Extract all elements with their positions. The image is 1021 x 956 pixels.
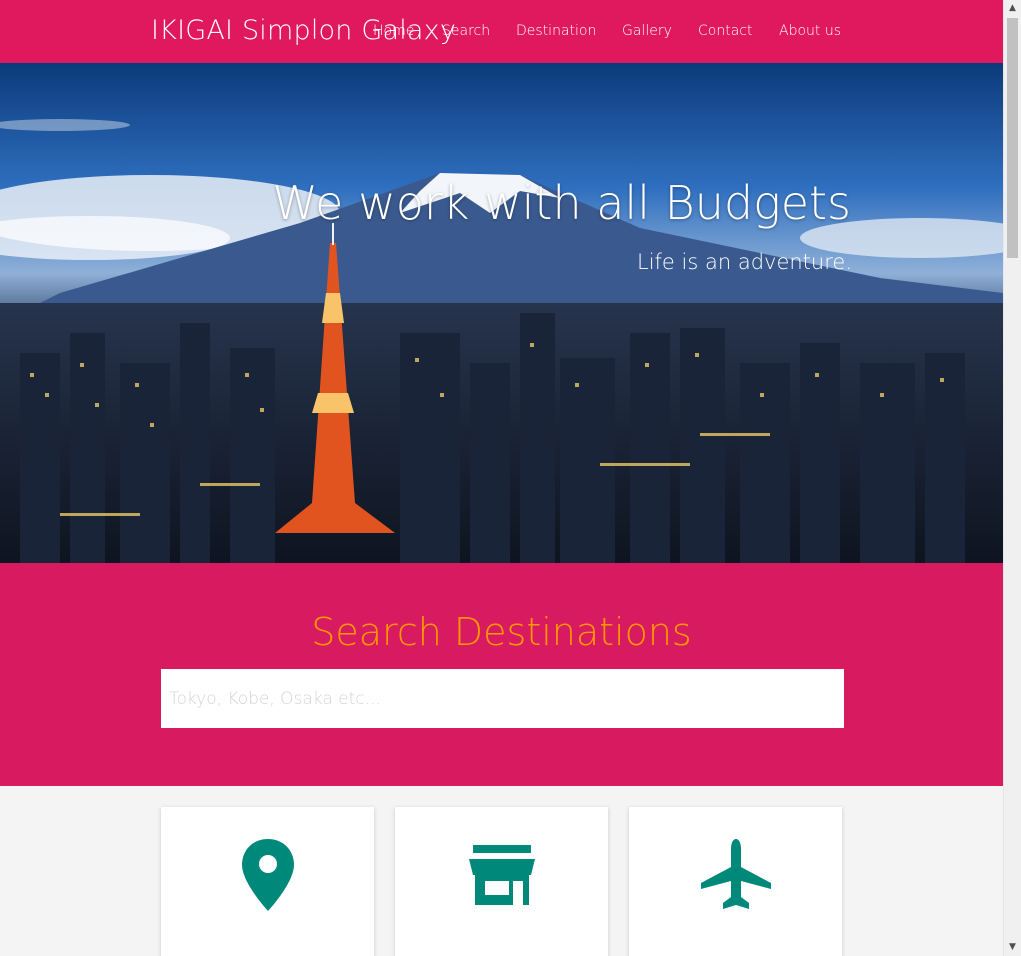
map-marker-icon — [161, 837, 374, 913]
hero-cityscape-image — [0, 63, 1003, 563]
page: Home Search Destination Gallery Contact … — [0, 0, 1003, 956]
search-section: Search Destinations — [0, 563, 1003, 786]
nav-destination[interactable]: Destination — [516, 23, 596, 39]
hero-subtitle: Life is an adventure. — [637, 250, 852, 274]
hero-title: We work with all Budgets — [272, 176, 851, 230]
navbar: Home Search Destination Gallery Contact … — [0, 0, 1003, 63]
scroll-up-arrow-icon[interactable]: ▲ — [1004, 0, 1021, 17]
store-icon — [395, 837, 608, 913]
nav-contact[interactable]: Contact — [698, 23, 752, 39]
search-title: Search Destinations — [311, 610, 692, 654]
brand-logo-text[interactable]: IKIGAI Simplon Galaxy — [151, 15, 456, 46]
scroll-down-arrow-icon[interactable]: ▼ — [1004, 939, 1021, 956]
feature-card-location[interactable] — [161, 807, 374, 956]
feature-cards — [0, 786, 1003, 956]
nav-about-us[interactable]: About us — [779, 23, 841, 39]
scrollbar-thumb[interactable] — [1007, 18, 1018, 258]
feature-card-flights[interactable] — [629, 807, 842, 956]
hero-banner: We work with all Budgets Life is an adve… — [0, 63, 1003, 563]
search-input[interactable] — [161, 669, 844, 728]
airplane-icon — [629, 837, 842, 913]
vertical-scrollbar[interactable]: ▲ ▼ — [1003, 0, 1021, 956]
feature-card-store[interactable] — [395, 807, 608, 956]
nav-gallery[interactable]: Gallery — [622, 23, 672, 39]
